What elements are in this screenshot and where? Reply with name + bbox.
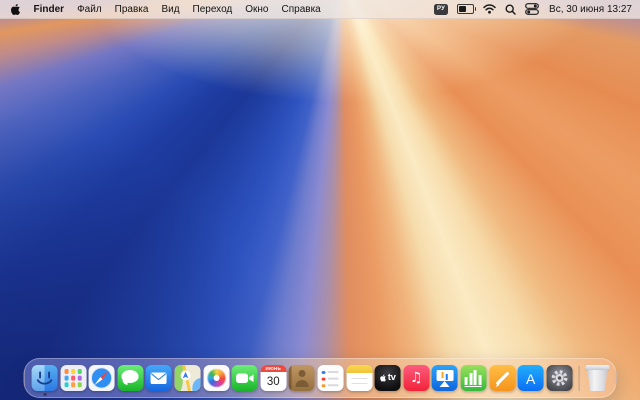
calendar-month-label: ИЮНЬ bbox=[260, 365, 286, 372]
dock: ИЮНЬ 30 tv ♫ A bbox=[24, 358, 617, 398]
keynote-chart-bars bbox=[441, 372, 444, 378]
music-note-glyph: ♫ bbox=[410, 371, 423, 385]
menu-bar-status: РУ Вс, 30 июня 13:27 bbox=[434, 3, 640, 15]
dock-maps-icon[interactable] bbox=[175, 365, 201, 391]
dock-separator bbox=[579, 366, 580, 391]
menu-bar: Finder Файл Правка Вид Переход Окно Спра… bbox=[0, 0, 640, 19]
trash-rim bbox=[585, 365, 609, 370]
battery-nub bbox=[475, 7, 477, 11]
finder-running-indicator bbox=[43, 393, 46, 396]
dock-notes-icon[interactable] bbox=[346, 365, 372, 391]
wifi-icon[interactable] bbox=[483, 4, 496, 14]
dock-system-settings-icon[interactable] bbox=[546, 365, 572, 391]
dock-photos-icon[interactable] bbox=[203, 365, 229, 391]
calendar-day-label: 30 bbox=[260, 372, 286, 391]
apple-logo-icon bbox=[10, 3, 21, 16]
contacts-silhouette-torso bbox=[295, 380, 308, 387]
app-store-letter: A bbox=[526, 372, 535, 386]
menu-item-window[interactable]: Окно bbox=[239, 4, 275, 15]
dock-calendar-icon[interactable]: ИЮНЬ 30 bbox=[260, 365, 286, 391]
menu-item-edit[interactable]: Правка bbox=[108, 4, 155, 15]
menu-item-go[interactable]: Переход bbox=[186, 4, 239, 15]
menu-bar-left: Finder Файл Правка Вид Переход Окно Спра… bbox=[0, 3, 327, 16]
dock-trash-icon[interactable] bbox=[586, 365, 608, 391]
spotlight-search-icon[interactable] bbox=[505, 4, 516, 15]
tv-label: tv bbox=[388, 373, 396, 383]
menu-bar-clock[interactable]: Вс, 30 июня 13:27 bbox=[548, 4, 632, 15]
dock-apple-tv-icon[interactable]: tv bbox=[375, 365, 401, 391]
control-center-icon[interactable] bbox=[525, 3, 539, 15]
battery-fill bbox=[459, 6, 466, 12]
menu-item-file[interactable]: Файл bbox=[71, 4, 109, 15]
input-source-icon[interactable]: РУ bbox=[434, 4, 448, 15]
dock-music-icon[interactable]: ♫ bbox=[403, 365, 429, 391]
dock-app-store-icon[interactable]: A bbox=[518, 365, 544, 391]
dock-contacts-icon[interactable] bbox=[289, 365, 315, 391]
dock-reminders-icon[interactable] bbox=[318, 365, 344, 391]
apple-logo-small-icon bbox=[380, 374, 387, 382]
menu-item-help[interactable]: Справка bbox=[275, 4, 327, 15]
dock-finder-icon[interactable] bbox=[32, 365, 58, 391]
desktop-wallpaper bbox=[0, 0, 640, 400]
dock-safari-icon[interactable] bbox=[89, 365, 115, 391]
dock-messages-icon[interactable] bbox=[117, 365, 143, 391]
battery-icon[interactable] bbox=[457, 4, 474, 14]
dock-facetime-icon[interactable] bbox=[232, 365, 258, 391]
dock-pages-icon[interactable] bbox=[489, 365, 515, 391]
dock-keynote-icon[interactable] bbox=[432, 365, 458, 391]
contacts-silhouette-head bbox=[298, 370, 305, 377]
apple-menu[interactable] bbox=[10, 3, 21, 16]
dock-numbers-icon[interactable] bbox=[460, 365, 486, 391]
dock-mail-icon[interactable] bbox=[146, 365, 172, 391]
menu-item-finder[interactable]: Finder bbox=[27, 4, 71, 15]
menu-item-view[interactable]: Вид bbox=[155, 4, 186, 15]
trash-body bbox=[586, 370, 608, 392]
dock-launchpad-icon[interactable] bbox=[60, 365, 86, 391]
